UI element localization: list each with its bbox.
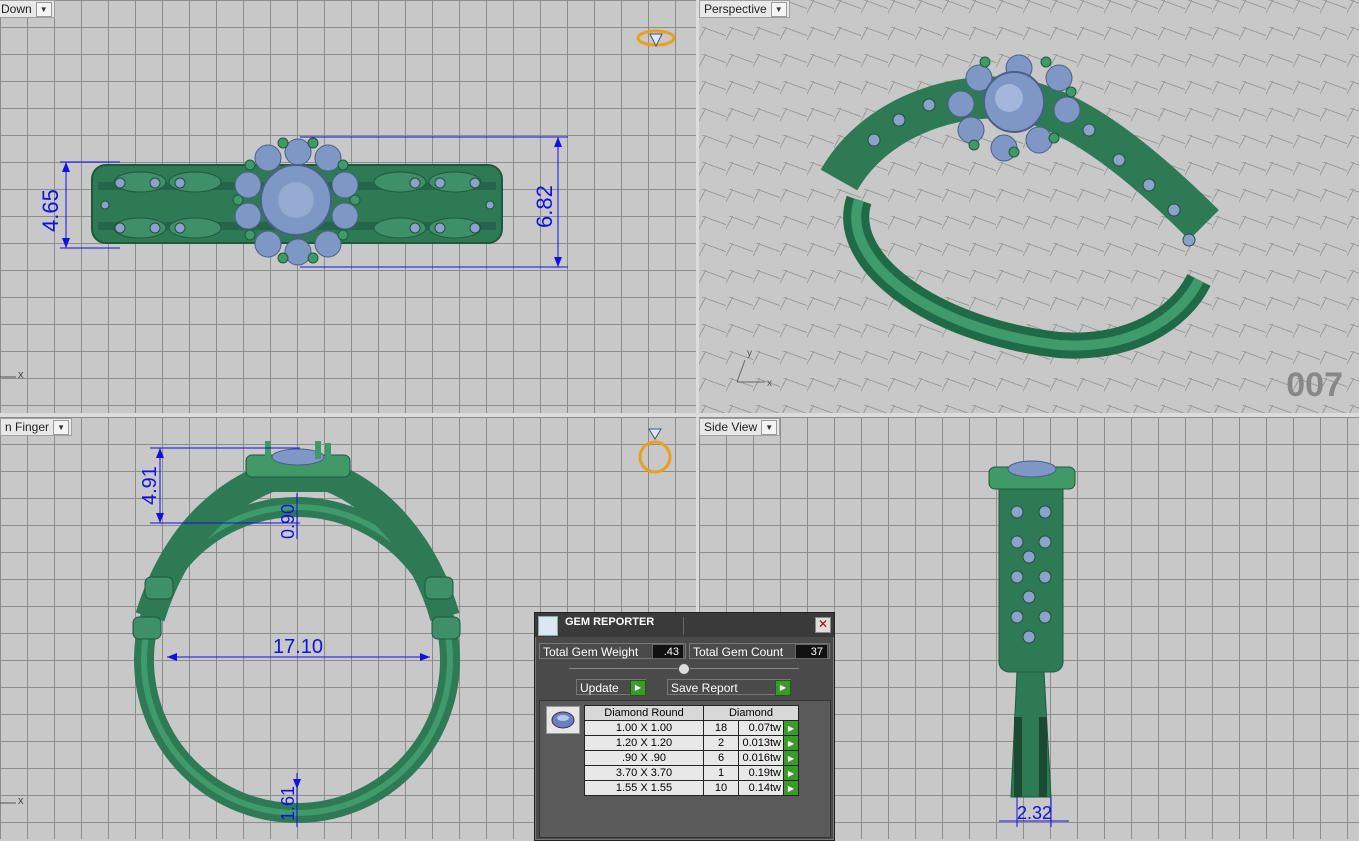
axis-x-label: x (18, 795, 24, 807)
gem-reporter-icon (538, 616, 558, 636)
dimension-height: 6.82 (532, 185, 557, 228)
gem-table-header: Diamond (703, 705, 799, 721)
play-icon[interactable]: ▶ (630, 680, 646, 696)
dimension-diameter: 17.10 (273, 636, 323, 658)
gem-table-header: Diamond Round (584, 705, 704, 721)
total-count-value: 37 (795, 644, 828, 659)
table-row[interactable]: 1.55 X 1.55 10 0.14tw ▶ (584, 780, 799, 796)
viewport-perspective[interactable]: Perspective ▼ x y 007 (699, 0, 1359, 413)
gem-list-panel: Diamond Round Diamond 1.00 X 1.00 18 0.0… (539, 700, 831, 838)
viewport-top[interactable]: Down ▼ 4.65 6.82 x (0, 0, 696, 413)
dimension-thickness: 0.90 (278, 504, 298, 539)
play-icon[interactable]: ▶ (783, 720, 799, 736)
viewport-divider-horizontal[interactable] (0, 413, 1359, 417)
play-icon[interactable]: ▶ (783, 780, 799, 796)
dimension-side-width: 2.32 (1017, 803, 1052, 823)
ring-perspective-view: x y (736, 54, 1219, 389)
gem-marker-icon[interactable] (638, 428, 672, 474)
gem-reporter-panel[interactable]: GEM REPORTER ✕ Total Gem Weight .43 Tota… (534, 612, 835, 841)
table-row[interactable]: 1.20 X 1.20 2 0.013tw ▶ (584, 735, 799, 751)
gem-table: Diamond Round Diamond 1.00 X 1.00 18 0.0… (584, 705, 799, 796)
play-icon[interactable]: ▶ (783, 750, 799, 766)
play-icon[interactable]: ▶ (775, 680, 791, 696)
ring-top-view: 4.65 6.82 (0, 29, 676, 378)
total-weight-value: .43 (652, 644, 684, 659)
close-icon[interactable]: ✕ (815, 617, 831, 633)
table-row[interactable]: .90 X .90 6 0.016tw ▶ (584, 750, 799, 766)
expand-knob-icon[interactable] (678, 663, 690, 675)
round-gem-icon (546, 706, 580, 734)
dimension-width: 4.65 (38, 189, 63, 232)
axis-x-label: x (767, 378, 772, 389)
axis-x-label: x (18, 369, 24, 381)
gem-marker-icon[interactable] (636, 29, 676, 48)
viewport-badge: 007 (1286, 366, 1343, 404)
table-row[interactable]: 3.70 X 3.70 1 0.19tw ▶ (584, 765, 799, 781)
table-row[interactable]: 1.00 X 1.00 18 0.07tw ▶ (584, 720, 799, 736)
dimension-top: 4.91 (139, 466, 161, 505)
gem-reporter-title: GEM REPORTER (565, 616, 655, 628)
dimension-shank: 1.61 (278, 786, 298, 821)
play-icon[interactable]: ▶ (783, 765, 799, 781)
save-report-button[interactable]: Save Report (667, 679, 791, 695)
play-icon[interactable]: ▶ (783, 735, 799, 751)
axis-y-label: y (747, 348, 752, 359)
gem-reporter-titlebar[interactable]: GEM REPORTER ✕ (535, 613, 834, 637)
